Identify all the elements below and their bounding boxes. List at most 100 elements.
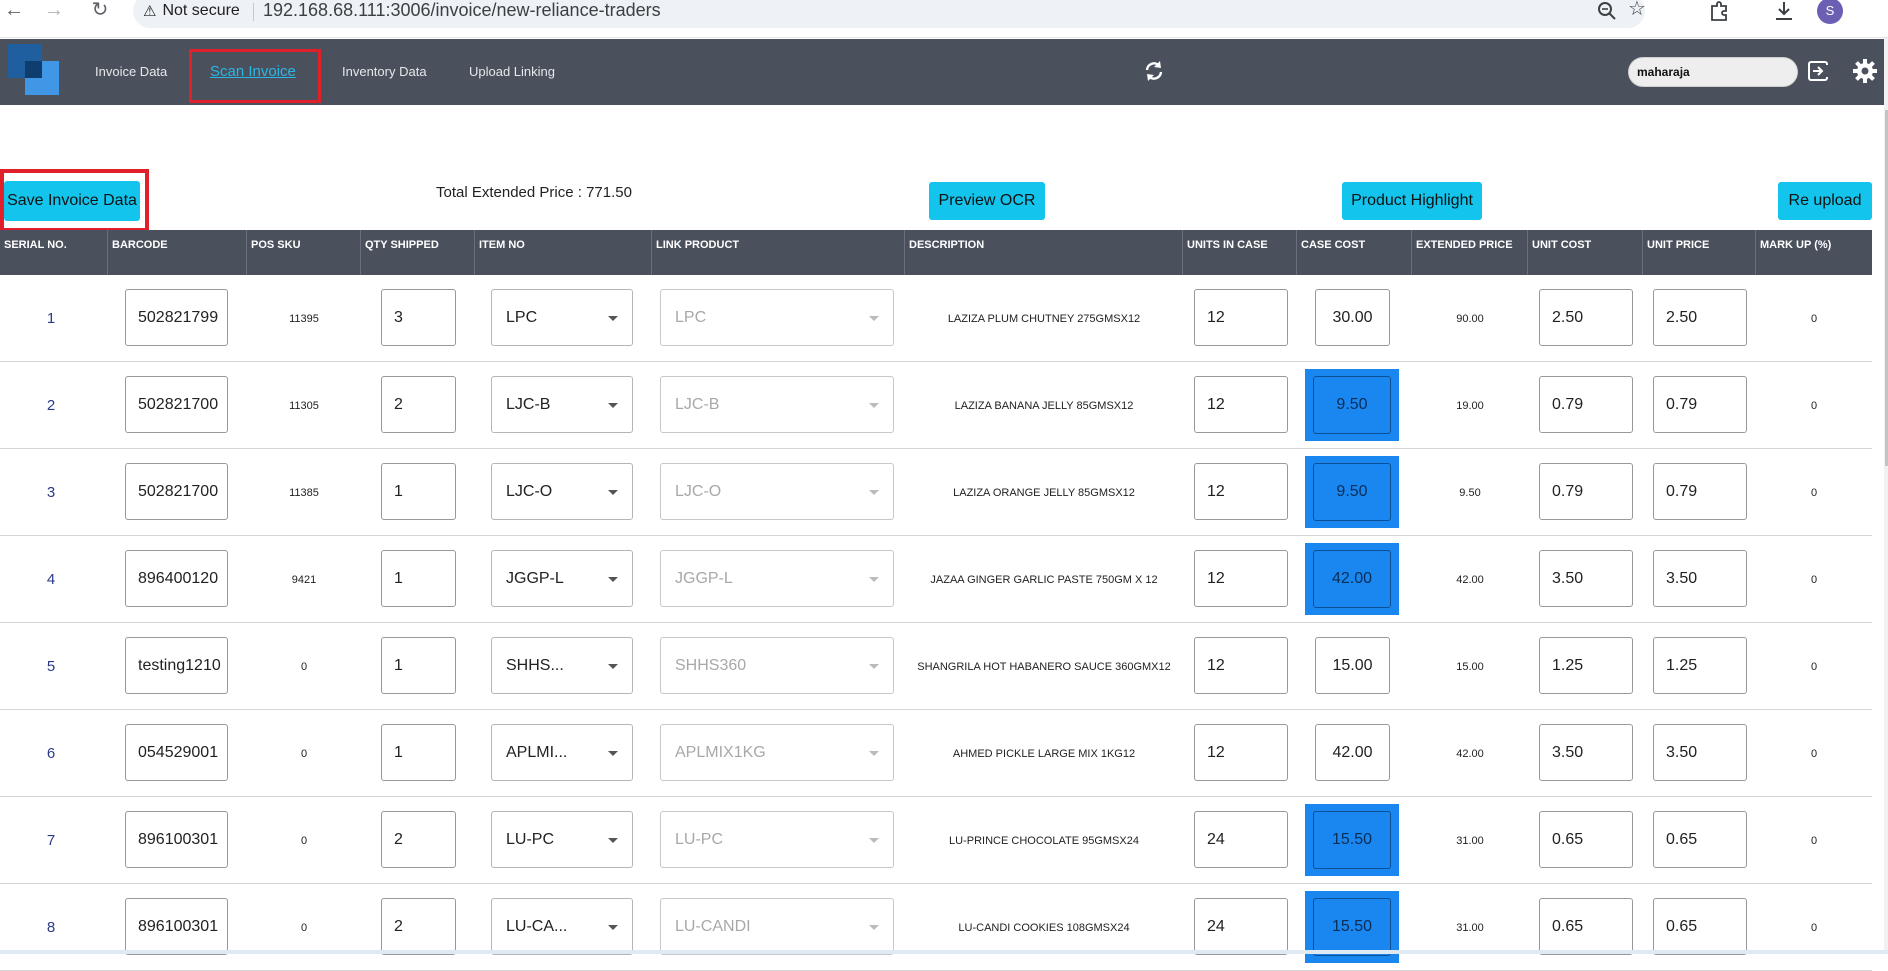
link-product-value: APLMIX1KG — [675, 743, 766, 761]
app-logo[interactable] — [8, 44, 60, 96]
chevron-down-icon — [869, 316, 879, 321]
item-no-select[interactable]: LU-CA... — [491, 898, 633, 955]
item-no-select[interactable]: APLMI... — [491, 724, 633, 781]
download-icon[interactable] — [1773, 0, 1795, 22]
link-product-select[interactable]: SHHS360 — [660, 637, 894, 694]
unit-price-input[interactable]: 0.65 — [1653, 811, 1747, 868]
unit-cost-input[interactable]: 3.50 — [1539, 550, 1633, 607]
barcode-input[interactable]: 896100301 — [125, 811, 228, 868]
barcode-input[interactable]: 502821700 — [125, 463, 228, 520]
barcode-input[interactable]: 054529001 — [125, 724, 228, 781]
case-cost-input[interactable]: 30.00 — [1315, 289, 1390, 346]
units-in-case-input[interactable]: 12 — [1194, 376, 1288, 433]
units-in-case-input[interactable]: 24 — [1194, 898, 1288, 955]
bookmark-star-icon[interactable]: ☆ — [1628, 0, 1646, 21]
link-product-select[interactable]: LU-PC — [660, 811, 894, 868]
item-no-value: SHHS... — [506, 656, 564, 674]
case-cost-input[interactable]: 9.50 — [1313, 376, 1391, 434]
product-highlight-button[interactable]: Product Highlight — [1342, 182, 1482, 220]
units-in-case-input[interactable]: 12 — [1194, 724, 1288, 781]
product-description: LAZIZA BANANA JELLY 85GMSX12 — [954, 399, 1134, 412]
col-units-in-case: UNITS IN CASE — [1183, 230, 1297, 275]
case-cost-input[interactable]: 15.00 — [1315, 637, 1390, 694]
units-in-case-input[interactable]: 12 — [1194, 637, 1288, 694]
preview-ocr-button[interactable]: Preview OCR — [929, 182, 1045, 220]
back-arrow-icon[interactable]: ← — [0, 0, 28, 22]
warning-triangle-icon: ⚠ — [143, 3, 157, 20]
qty-shipped-input[interactable]: 2 — [381, 898, 456, 955]
nav-upload-linking[interactable]: Upload Linking — [469, 64, 555, 79]
unit-cost-input[interactable]: 0.65 — [1539, 898, 1633, 955]
link-product-select[interactable]: LJC-O — [660, 463, 894, 520]
unit-price-input[interactable]: 3.50 — [1653, 550, 1747, 607]
unit-price-input[interactable]: 0.79 — [1653, 376, 1747, 433]
unit-cost-input[interactable]: 0.65 — [1539, 811, 1633, 868]
profile-avatar[interactable]: S — [1817, 0, 1843, 24]
barcode-input[interactable]: 896400120 — [125, 550, 228, 607]
qty-shipped-input[interactable]: 2 — [381, 811, 456, 868]
sync-icon[interactable] — [1140, 57, 1168, 85]
unit-price-input[interactable]: 2.50 — [1653, 289, 1747, 346]
qty-shipped-input[interactable]: 2 — [381, 376, 456, 433]
col-link-product: LINK PRODUCT — [652, 230, 905, 275]
item-no-select[interactable]: LJC-B — [491, 376, 633, 433]
extended-price: 19.00 — [1456, 399, 1484, 412]
unit-cost-input[interactable]: 0.79 — [1539, 376, 1633, 433]
nav-inventory-data[interactable]: Inventory Data — [342, 64, 427, 79]
col-case-cost: CASE COST — [1297, 230, 1412, 275]
item-no-select[interactable]: JGGP-L — [491, 550, 633, 607]
units-in-case-input[interactable]: 24 — [1194, 811, 1288, 868]
address-bar[interactable]: ⚠ Not secure 192.168.68.111:3006/invoice… — [133, 0, 1646, 28]
qty-shipped-input[interactable]: 1 — [381, 724, 456, 781]
units-in-case-input[interactable]: 12 — [1194, 463, 1288, 520]
unit-price-input[interactable]: 0.65 — [1653, 898, 1747, 955]
link-product-value: LU-CANDI — [675, 917, 751, 935]
security-indicator[interactable]: ⚠ Not secure — [143, 2, 240, 20]
link-product-select[interactable]: APLMIX1KG — [660, 724, 894, 781]
barcode-input[interactable]: 502821799 — [125, 289, 228, 346]
item-no-select[interactable]: LPC — [491, 289, 633, 346]
item-no-select[interactable]: SHHS... — [491, 637, 633, 694]
serial-number: 6 — [46, 745, 56, 762]
item-no-select[interactable]: LJC-O — [491, 463, 633, 520]
qty-shipped-input[interactable]: 1 — [381, 463, 456, 520]
barcode-input[interactable]: 502821700 — [125, 376, 228, 433]
case-cost-input[interactable]: 9.50 — [1313, 463, 1391, 521]
units-in-case-input[interactable]: 12 — [1194, 289, 1288, 346]
unit-cost-input[interactable]: 1.25 — [1539, 637, 1633, 694]
units-in-case-input[interactable]: 12 — [1194, 550, 1288, 607]
unit-cost-input[interactable]: 3.50 — [1539, 724, 1633, 781]
barcode-input[interactable]: testing1210 — [125, 637, 228, 694]
zoom-icon[interactable] — [1596, 0, 1618, 22]
unit-price-input[interactable]: 3.50 — [1653, 724, 1747, 781]
url-text[interactable]: 192.168.68.111:3006/invoice/new-reliance… — [263, 0, 661, 21]
unit-price-input[interactable]: 0.79 — [1653, 463, 1747, 520]
link-product-select[interactable]: LJC-B — [660, 376, 894, 433]
nav-invoice-data[interactable]: Invoice Data — [95, 64, 167, 79]
case-cost-input[interactable]: 15.50 — [1313, 898, 1391, 956]
qty-shipped-input[interactable]: 1 — [381, 550, 456, 607]
total-extended-price: Total Extended Price : 771.50 — [436, 184, 632, 201]
unit-cost-input[interactable]: 2.50 — [1539, 289, 1633, 346]
qty-shipped-input[interactable]: 3 — [381, 289, 456, 346]
barcode-input[interactable]: 896100301 — [125, 898, 228, 955]
forward-arrow-icon[interactable]: → — [40, 0, 68, 22]
case-cost-input[interactable]: 15.50 — [1313, 811, 1391, 869]
item-no-select[interactable]: LU-PC — [491, 811, 633, 868]
unit-cost-input[interactable]: 0.79 — [1539, 463, 1633, 520]
link-product-select[interactable]: LU-CANDI — [660, 898, 894, 955]
case-cost-highlight: 9.50 — [1305, 456, 1399, 528]
qty-shipped-input[interactable]: 1 — [381, 637, 456, 694]
link-product-select[interactable]: LPC — [660, 289, 894, 346]
store-input[interactable] — [1628, 57, 1798, 87]
reupload-button[interactable]: Re upload — [1778, 182, 1872, 220]
link-product-select[interactable]: JGGP-L — [660, 550, 894, 607]
extensions-icon[interactable] — [1708, 0, 1730, 22]
case-cost-input[interactable]: 42.00 — [1315, 724, 1390, 781]
gear-icon[interactable] — [1851, 57, 1879, 85]
unit-price-input[interactable]: 1.25 — [1653, 637, 1747, 694]
case-cost-input[interactable]: 42.00 — [1313, 550, 1391, 608]
logout-icon[interactable] — [1804, 57, 1832, 85]
pos-sku: 0 — [300, 834, 308, 847]
reload-icon[interactable]: ↻ — [86, 0, 114, 22]
